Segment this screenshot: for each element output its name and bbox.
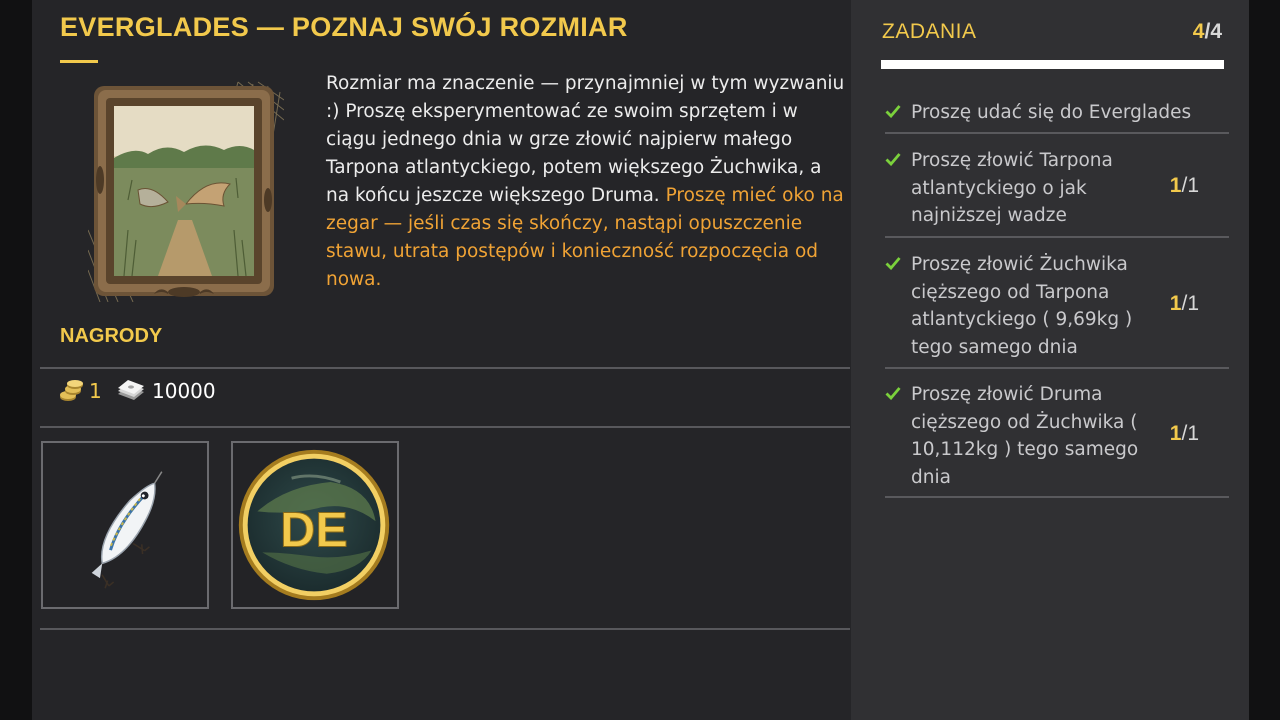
check-icon [885,257,901,270]
rewards-heading: NAGRODY [60,325,163,347]
lure-icon [91,471,163,589]
task-progress-current: 1 [1169,422,1182,445]
gold-coins-icon [60,380,83,401]
reward-item-lure[interactable] [41,441,209,609]
challenge-panel: EVERGLADES — POZNAJ SWÓJ ROZMIAR Rozmiar… [32,0,851,720]
framed-fish-picture-icon [88,81,284,302]
divider [885,496,1229,498]
tasks-total: 4 [1210,20,1222,43]
check-icon [885,153,901,166]
divider [40,628,850,630]
task-progress: 1/1 [1170,422,1199,446]
badge-text: DE [280,503,348,557]
task-text: Proszę złowić Żuchwika cięższego od Tarp… [911,254,1133,358]
task-progress-total: 1 [1187,174,1199,197]
divider [885,236,1229,238]
banknotes-icon [118,380,144,400]
task-text: Proszę złowić Tarpona atlantyckiego o ja… [911,150,1113,226]
challenge-title: EVERGLADES — POZNAJ SWÓJ ROZMIAR [60,12,628,42]
tasks-heading: ZADANIA [882,20,977,43]
tasks-panel: ZADANIA 4/4 Proszę udać się do Everglade… [851,0,1249,720]
left-margin [0,0,32,720]
reward-item-everglades-badge[interactable]: DE [231,441,399,609]
task-text: Proszę złowić Druma cięższego od Żuchwik… [911,384,1139,488]
divider [885,132,1229,134]
coins-amount: 1 [89,379,102,403]
tasks-completed: 4 [1192,20,1205,43]
right-margin [1249,0,1280,720]
check-icon [885,387,901,400]
tasks-count: 4/4 [1193,20,1222,44]
task-text: Proszę udać się do Everglades [911,102,1192,123]
task-progress-current: 1 [1169,174,1182,197]
divider [40,426,850,428]
divider [885,367,1229,369]
everglades-badge-icon: DE [238,449,390,601]
task-progress-total: 1 [1187,422,1199,445]
task-progress: 1/1 [1170,292,1199,316]
cash-amount: 10000 [152,379,216,403]
challenge-description: Rozmiar ma znaczenie — przynajmniej w ty… [326,70,846,294]
divider [40,367,850,369]
tasks-progress-bar [881,60,1224,69]
task-progress-current: 1 [1169,292,1182,315]
task-progress: 1/1 [1170,174,1199,198]
title-underline [60,60,98,63]
task-progress-total: 1 [1187,292,1199,315]
check-icon [885,105,901,118]
